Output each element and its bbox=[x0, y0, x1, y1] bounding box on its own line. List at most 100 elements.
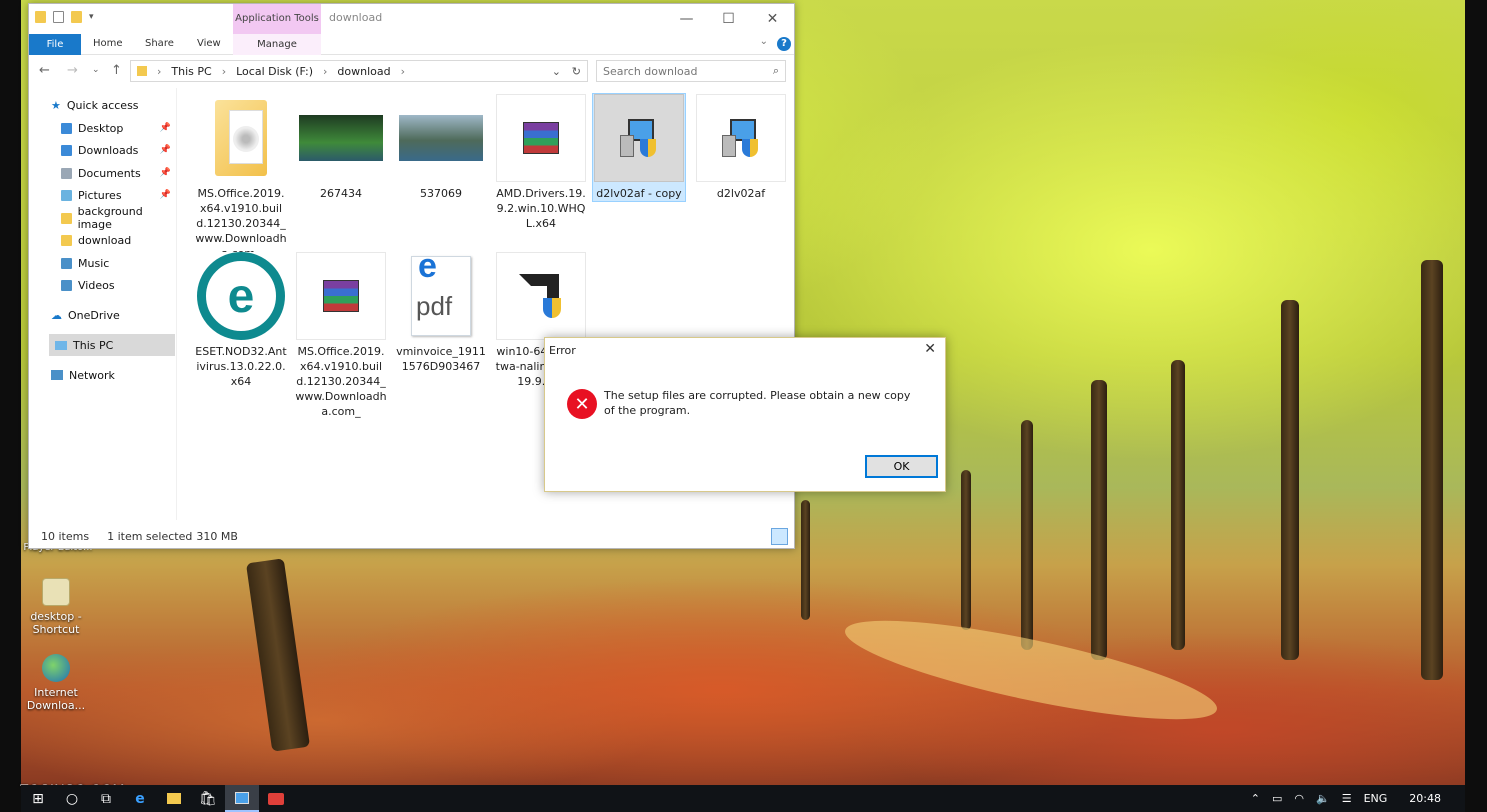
computer-icon bbox=[55, 340, 67, 350]
breadcrumb-this-pc[interactable]: This PC bbox=[171, 65, 211, 78]
file-item[interactable]: e pdf vminvoice_19111576D903467 bbox=[395, 249, 487, 374]
back-arrow-icon[interactable]: ← bbox=[39, 63, 50, 78]
winrar-archive-icon bbox=[296, 252, 386, 340]
item-count: 10 items bbox=[41, 529, 90, 543]
nav-videos[interactable]: Videos bbox=[61, 274, 177, 296]
nav-quick-access[interactable]: ★ Quick access bbox=[51, 94, 199, 116]
battery-icon[interactable]: ▭ bbox=[1272, 792, 1282, 805]
file-item-selected[interactable]: d2lv02af - copy bbox=[592, 93, 686, 202]
tab-file[interactable]: File bbox=[29, 34, 81, 55]
recent-locations-icon[interactable]: ⌄ bbox=[92, 65, 100, 75]
wifi-icon[interactable]: ◠ bbox=[1294, 792, 1304, 805]
file-item[interactable]: e ESET.NOD32.Antivirus.13.0.22.0.x64 bbox=[195, 252, 287, 389]
file-item[interactable]: MS.Office.2019.x64.v1910.build.12130.203… bbox=[295, 252, 387, 419]
setup-installer-icon bbox=[594, 94, 684, 182]
nav-label: Desktop bbox=[78, 121, 124, 135]
large-icons-view-icon[interactable] bbox=[771, 528, 788, 545]
refresh-icon[interactable]: ↻ bbox=[572, 65, 581, 78]
address-dropdown-icon[interactable]: ⌄ bbox=[552, 65, 561, 78]
maximize-button[interactable]: ☐ bbox=[706, 4, 751, 34]
dialog-title: Error bbox=[549, 344, 576, 357]
desktop-icon-label: desktop - Shortcut bbox=[30, 610, 82, 636]
chevron-right-icon: › bbox=[157, 64, 162, 78]
setup-taskbar-icon[interactable] bbox=[225, 785, 259, 812]
nav-label: Downloads bbox=[78, 143, 139, 157]
shortcut-icon bbox=[42, 578, 70, 606]
close-icon[interactable]: ✕ bbox=[924, 341, 936, 357]
nav-label: OneDrive bbox=[68, 308, 120, 322]
file-item[interactable]: d2lv02af bbox=[695, 94, 787, 201]
tab-view[interactable]: View bbox=[189, 36, 229, 51]
error-dialog: Error ✕ ✕ The setup files are corrupted.… bbox=[544, 337, 946, 492]
nav-desktop[interactable]: Desktop 📌 bbox=[61, 117, 177, 139]
recorder-icon[interactable] bbox=[259, 785, 293, 812]
ok-button[interactable]: OK bbox=[865, 455, 938, 478]
nav-this-pc[interactable]: This PC bbox=[49, 334, 175, 356]
clock[interactable]: 20:48 bbox=[1409, 792, 1441, 805]
chevron-right-icon: › bbox=[323, 64, 328, 78]
up-arrow-icon[interactable]: ↑ bbox=[111, 63, 122, 78]
cortana-icon[interactable]: ○ bbox=[55, 785, 89, 812]
language-indicator[interactable]: ENG bbox=[1364, 792, 1388, 805]
expand-ribbon-icon[interactable]: ⌄ bbox=[760, 36, 768, 47]
screen: Player Edito... desktop - Shortcut Inter… bbox=[0, 0, 1487, 812]
nav-onedrive[interactable]: ☁ OneDrive bbox=[51, 304, 199, 326]
amd-installer-icon bbox=[496, 252, 586, 340]
store-icon[interactable]: 🛍 bbox=[191, 785, 225, 812]
file-item[interactable]: MS.Office.2019.x64.v1910.build.12130.203… bbox=[195, 94, 287, 261]
tab-share[interactable]: Share bbox=[137, 36, 182, 51]
folder-icon[interactable] bbox=[35, 11, 46, 23]
pictures-folder-icon bbox=[61, 189, 72, 201]
nav-label: Videos bbox=[78, 278, 115, 292]
globe-icon bbox=[42, 654, 70, 682]
pin-icon: 📌 bbox=[159, 123, 171, 133]
tab-manage[interactable]: Manage bbox=[233, 34, 321, 55]
search-input[interactable]: Search download ⌕ bbox=[596, 60, 786, 82]
address-bar[interactable]: › This PC › Local Disk (F:) › download ›… bbox=[130, 60, 588, 82]
nav-music[interactable]: Music bbox=[61, 252, 177, 274]
file-item[interactable]: 267434 bbox=[295, 94, 387, 201]
nav-documents[interactable]: Documents 📌 bbox=[61, 162, 177, 184]
forward-arrow-icon[interactable]: → bbox=[67, 63, 78, 78]
nav-downloads[interactable]: Downloads 📌 bbox=[61, 139, 177, 161]
file-name: vminvoice_19111576D903467 bbox=[396, 345, 486, 373]
nav-network[interactable]: Network bbox=[51, 364, 199, 386]
file-name: AMD.Drivers.19.9.2.win.10.WHQL.x64 bbox=[496, 187, 586, 230]
folder-icon bbox=[61, 234, 72, 246]
breadcrumb-download[interactable]: download bbox=[337, 65, 390, 78]
file-explorer-icon[interactable] bbox=[157, 785, 191, 812]
file-name: ESET.NOD32.Antivirus.13.0.22.0.x64 bbox=[195, 345, 287, 388]
nav-pictures[interactable]: Pictures 📌 bbox=[61, 184, 177, 206]
action-center-icon[interactable]: ☰ bbox=[1342, 792, 1352, 805]
taskbar: ⊞ ○ ⧉ e 🛍 ⌃ ▭ ◠ 🔈 ☰ ENG 20:48 bbox=[21, 785, 1465, 812]
chevron-right-icon: › bbox=[400, 64, 406, 78]
desktop-icon-internet-download[interactable]: Internet Downloa... bbox=[20, 654, 92, 712]
help-icon[interactable]: ? bbox=[777, 37, 791, 51]
desktop-icon-shortcut[interactable]: desktop - Shortcut bbox=[20, 578, 92, 636]
start-icon[interactable]: ⊞ bbox=[21, 785, 55, 812]
desktop-folder-icon bbox=[61, 122, 72, 134]
edge-icon[interactable]: e bbox=[123, 785, 157, 812]
breadcrumb-local-disk[interactable]: Local Disk (F:) bbox=[236, 65, 313, 78]
tab-home[interactable]: Home bbox=[85, 36, 131, 51]
volume-icon[interactable]: 🔈 bbox=[1316, 792, 1330, 805]
selection-size: 310 MB bbox=[196, 529, 238, 543]
close-button[interactable]: ✕ bbox=[750, 4, 795, 34]
properties-icon[interactable] bbox=[53, 11, 64, 23]
file-name: d2lv02af - copy bbox=[596, 187, 682, 200]
file-item[interactable]: AMD.Drivers.19.9.2.win.10.WHQL.x64 bbox=[495, 94, 587, 231]
status-bar: 10 items 1 item selected 310 MB bbox=[29, 524, 794, 548]
new-folder-icon[interactable] bbox=[71, 11, 82, 23]
customize-toolbar-icon[interactable]: ▾ bbox=[89, 12, 94, 22]
task-view-icon[interactable]: ⧉ bbox=[89, 785, 123, 812]
chevron-up-icon[interactable]: ⌃ bbox=[1251, 792, 1260, 805]
file-item[interactable]: 537069 bbox=[395, 94, 487, 201]
details-view-icon[interactable] bbox=[747, 528, 764, 545]
winrar-archive-icon bbox=[496, 94, 586, 182]
minimize-button[interactable]: — bbox=[664, 4, 709, 34]
nav-background-image[interactable]: background image bbox=[61, 205, 177, 231]
quick-access-toolbar: ▾ bbox=[35, 11, 94, 23]
documents-folder-icon bbox=[61, 167, 72, 179]
nav-download[interactable]: download bbox=[61, 229, 177, 251]
network-icon bbox=[51, 370, 63, 380]
